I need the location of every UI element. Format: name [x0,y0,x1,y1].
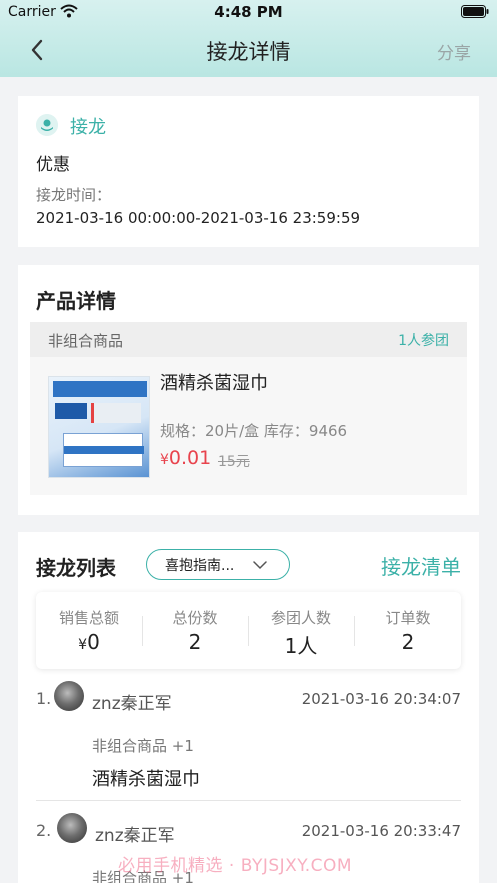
time-range: 2021-03-16 00:00:00-2021-03-16 23:59:59 [36,209,361,227]
battery-icon [461,5,489,18]
order-index: 1. [36,689,52,708]
order-time: 2021-03-16 20:34:07 [301,690,461,708]
stat-prefix: ¥ [78,637,88,653]
header: Carrier 4:48 PM 接龙详情 分享 [0,0,497,77]
stat-orders: 订单数 2 [355,592,461,669]
order-index: 2. [36,821,52,840]
page-title: 接龙详情 [206,40,291,64]
product-section-title: 产品详情 [36,289,116,313]
product-image [48,376,150,478]
stats-panel: 销售总额 ¥0 总份数 2 参团人数 1人 订单数 2 [36,592,461,669]
jielong-logo-icon [36,114,58,136]
status-time: 4:48 PM [214,3,283,21]
stat-label: 订单数 [385,609,431,627]
watermark: 必用手机精选 · BYJSJXY.COM [118,856,353,876]
promo-title: 优惠 [36,155,70,175]
product-image-badge [55,403,87,419]
product-spec: 规格：20片/盒 库存：9466 [160,422,348,440]
stat-value: 1人 [284,634,318,658]
original-price: 15元 [218,454,250,470]
stat-sales: 销售总额 ¥0 [36,592,142,669]
order-time: 2021-03-16 20:33:47 [301,822,461,840]
list-section-title: 接龙列表 [36,556,116,580]
currency-symbol: ¥ [160,452,169,468]
stat-value: 2 [401,630,415,654]
order-divider [36,800,461,801]
avatar [57,813,87,843]
share-button[interactable]: 分享 [437,39,471,64]
product-image-stripe [64,446,144,454]
jielong-badge-title: 接龙 [70,117,106,138]
nav-bar: 接龙详情 分享 [0,26,497,77]
time-label: 接龙时间： [36,186,112,204]
product-image-package [63,433,144,467]
product-price: ¥0.01 [160,447,211,469]
order-group: 非组合商品 +1 [92,737,194,755]
stat-number: 0 [87,630,100,654]
stat-value: 2 [188,630,202,654]
stat-label: 销售总额 [58,609,119,627]
status-bar: Carrier 4:48 PM [0,0,497,26]
stat-participants: 参团人数 1人 [248,592,354,669]
stat-value: ¥0 [36,630,142,654]
stat-label: 总份数 [172,609,218,627]
group-count: 1人参团 [398,333,449,349]
product-image-tag [91,403,141,423]
order-list-card: 接龙列表 喜抱指南... 接龙清单 销售总额 ¥0 总份数 2 参团人数 1人 … [18,532,479,883]
product-name: 酒精杀菌湿巾 [160,373,268,394]
group-bar: 非组合商品 1人参团 [30,322,467,357]
guide-selector[interactable]: 喜抱指南... [146,549,290,580]
summary-card: 接龙 优惠 接龙时间： 2021-03-16 00:00:00-2021-03-… [18,96,479,247]
product-card: 产品详情 非组合商品 1人参团 酒精杀菌湿巾 规格：20片/盒 库存：9466 … [18,265,479,515]
order-product: 酒精杀菌湿巾 [92,769,200,790]
jielong-list-link[interactable]: 接龙清单 [381,551,461,580]
avatar [54,681,84,711]
stat-portions: 总份数 2 [142,592,248,669]
product-item[interactable]: 酒精杀菌湿巾 规格：20片/盒 库存：9466 ¥0.01 15元 [30,357,467,495]
order-user: znz秦正军 [95,826,175,846]
stat-label: 参团人数 [270,609,331,627]
chevron-down-icon [253,561,267,570]
order-user: znz秦正军 [92,694,172,714]
group-name: 非组合商品 [48,332,124,350]
selector-value: 喜抱指南... [165,558,235,574]
price-value: 0.01 [168,447,212,469]
product-image-banner [53,381,147,397]
